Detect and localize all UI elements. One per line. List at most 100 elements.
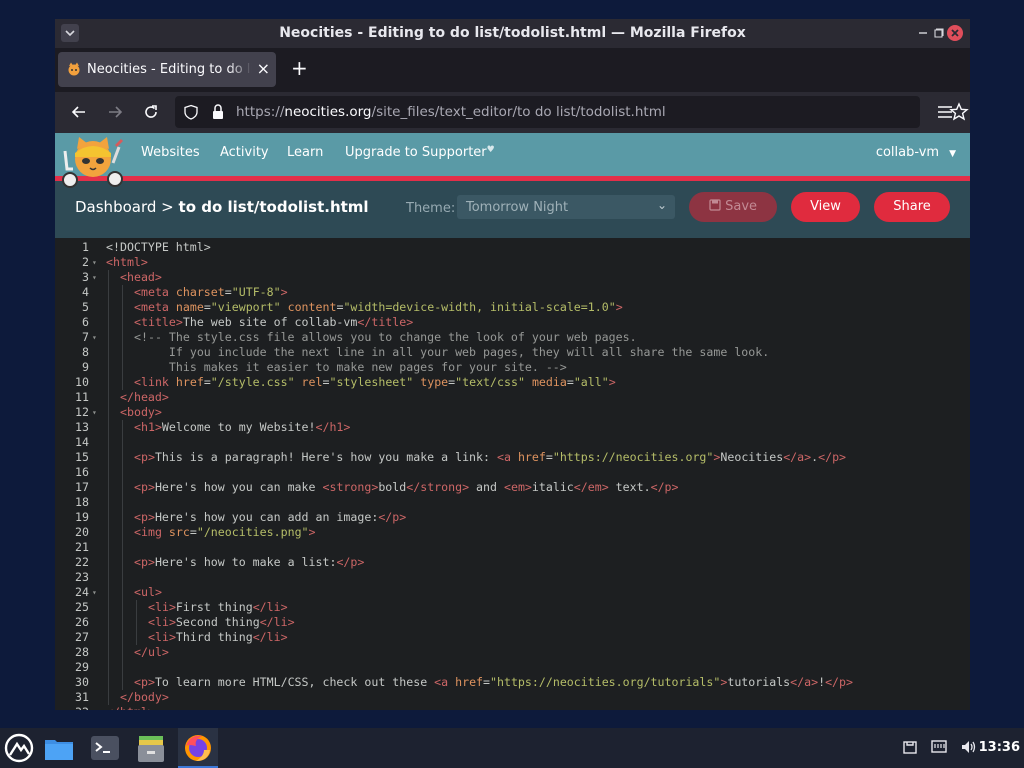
file-manager-button[interactable] <box>43 732 75 764</box>
start-menu-button[interactable] <box>3 732 35 764</box>
indent-guide <box>122 600 123 615</box>
code-line[interactable]: 12 ▾ <body> <box>55 405 970 420</box>
code-line[interactable]: 19 <p>Here's how you can add an image:</p… <box>55 510 970 525</box>
code-line[interactable]: 9 This makes it easier to make new pages… <box>55 360 970 375</box>
code-line[interactable]: 20 <img src="/neocities.png"> <box>55 525 970 540</box>
code-line[interactable]: 2 ▾ <html> <box>55 255 970 270</box>
code-tag: </li> <box>252 630 288 644</box>
code-line[interactable]: 29 <box>55 660 970 675</box>
fold-toggle-icon[interactable]: ▾ <box>92 405 97 420</box>
code-line[interactable]: 1 <!DOCTYPE html> <box>55 240 970 255</box>
neocities-cat-logo[interactable] <box>57 135 127 191</box>
code-line[interactable]: 13 <h1>Welcome to my Website!</h1> <box>55 420 970 435</box>
code-line[interactable]: 22 <p>Here's how to make a list:</p> <box>55 555 970 570</box>
theme-select[interactable]: Tomorrow Night ⌄ <box>457 195 675 219</box>
tracking-shield-icon[interactable] <box>183 104 199 124</box>
clipboard-tray-icon[interactable] <box>902 739 918 759</box>
code-line[interactable]: 14 <box>55 435 970 450</box>
code-text: Second thing <box>175 615 260 629</box>
tab-neocities-editor[interactable]: Neocities - Editing to do list/todolist.… <box>58 52 276 87</box>
indent-guide <box>108 315 109 330</box>
code-line[interactable]: 31 </body> <box>55 690 970 705</box>
code-tag: </p> <box>825 675 853 689</box>
code-line[interactable]: 8 If you include the next line in all yo… <box>55 345 970 360</box>
code-text: This is a paragraph! Here's how you make… <box>154 450 497 464</box>
fold-toggle-icon[interactable]: ▾ <box>92 330 97 345</box>
reload-button[interactable] <box>139 100 163 124</box>
back-button[interactable] <box>67 100 91 124</box>
heart-icon: ♥ <box>486 145 495 155</box>
user-menu[interactable]: collab-vm ▼ <box>876 145 956 160</box>
code-line[interactable]: 23 <box>55 570 970 585</box>
code-line-content: <ul> <box>134 585 162 600</box>
code-editor[interactable]: 1 <!DOCTYPE html> 2 ▾ <html> 3 ▾ <head> 4 <meta c… <box>55 238 970 710</box>
nav-activity[interactable]: Activity <box>220 145 269 160</box>
window-close-button[interactable] <box>947 25 963 41</box>
indent-guide <box>108 405 109 420</box>
line-number: 17 <box>75 480 89 494</box>
line-number: 21 <box>75 540 89 554</box>
view-button[interactable]: View <box>791 192 860 222</box>
code-line[interactable]: 3 ▾ <head> <box>55 270 970 285</box>
code-line[interactable]: 15 <p>This is a paragraph! Here's how you… <box>55 450 970 465</box>
line-number: 29 <box>75 660 89 674</box>
forward-button[interactable] <box>103 100 127 124</box>
app-menu-button[interactable] <box>933 100 957 124</box>
indent-guide <box>108 390 109 405</box>
code-line[interactable]: 7 ▾ <!-- The style.css file allows you to … <box>55 330 970 345</box>
line-number: 20 <box>75 525 89 539</box>
tab-close-icon[interactable]: × <box>257 59 270 78</box>
code-line[interactable]: 30 <p>To learn more HTML/CSS, check out t… <box>55 675 970 690</box>
code-line[interactable]: 18 <box>55 495 970 510</box>
code-line[interactable]: 21 <box>55 540 970 555</box>
code-line[interactable]: 24 ▾ <ul> <box>55 585 970 600</box>
code-tag: </body> <box>120 690 169 704</box>
code-tag: <li> <box>148 630 176 644</box>
share-button[interactable]: Share <box>874 192 950 222</box>
fold-toggle-icon[interactable]: ▾ <box>92 585 97 600</box>
code-line[interactable]: 5 <meta name="viewport" content="width=de… <box>55 300 970 315</box>
fold-toggle-icon[interactable]: ▾ <box>92 270 97 285</box>
firefox-taskbar-button[interactable] <box>182 732 214 764</box>
code-line[interactable]: 11 </head> <box>55 390 970 405</box>
window-titlebar[interactable]: Neocities - Editing to do list/todolist.… <box>55 19 970 48</box>
code-line[interactable]: 16 <box>55 465 970 480</box>
url-text[interactable]: https://neocities.org/site_files/text_ed… <box>236 104 666 120</box>
indent-guide <box>108 360 109 375</box>
nav-learn[interactable]: Learn <box>287 145 323 160</box>
clock[interactable]: 13:36 <box>979 740 1020 755</box>
code-text: Third thing <box>175 630 253 644</box>
new-tab-button[interactable]: + <box>291 58 308 78</box>
code-tag: </ul> <box>134 645 169 659</box>
save-button[interactable]: Save <box>689 192 777 222</box>
line-number: 10 <box>75 375 89 389</box>
code-line[interactable]: 32 </html> <box>55 705 970 710</box>
line-number: 23 <box>75 570 89 584</box>
archive-manager-button[interactable] <box>135 732 167 764</box>
breadcrumb-dashboard[interactable]: Dashboard <box>75 198 156 216</box>
code-line[interactable]: 27 <li>Third thing</li> <box>55 630 970 645</box>
code-line[interactable]: 28 </ul> <box>55 645 970 660</box>
indent-guide <box>122 480 123 495</box>
code-line[interactable]: 25 <li>First thing</li> <box>55 600 970 615</box>
archive-icon <box>138 736 164 762</box>
nav-upgrade[interactable]: Upgrade to Supporter♥ <box>345 145 495 160</box>
address-bar[interactable]: https://neocities.org/site_files/text_ed… <box>175 96 969 128</box>
line-number: 14 <box>75 435 89 449</box>
maximize-button[interactable] <box>931 25 947 41</box>
code-line[interactable]: 4 <meta charset="UTF-8"> <box>55 285 970 300</box>
code-line[interactable]: 10 <link href="/style.css" rel="styleshee… <box>55 375 970 390</box>
code-line[interactable]: 26 <li>Second thing</li> <box>55 615 970 630</box>
code-line[interactable]: 6 <title>The web site of collab-vm</title… <box>55 315 970 330</box>
fold-toggle-icon[interactable]: ▾ <box>92 255 97 270</box>
network-tray-icon[interactable] <box>931 739 947 759</box>
code-line-content: </body> <box>120 690 169 705</box>
caret-down-icon: ▼ <box>949 149 956 159</box>
volume-tray-icon[interactable] <box>960 739 978 759</box>
minimize-button[interactable] <box>915 25 931 41</box>
nav-websites[interactable]: Websites <box>141 145 200 160</box>
code-line[interactable]: 17 <p>Here's how you can make <strong>bol… <box>55 480 970 495</box>
terminal-button[interactable] <box>89 732 121 764</box>
lock-icon[interactable] <box>211 103 225 125</box>
